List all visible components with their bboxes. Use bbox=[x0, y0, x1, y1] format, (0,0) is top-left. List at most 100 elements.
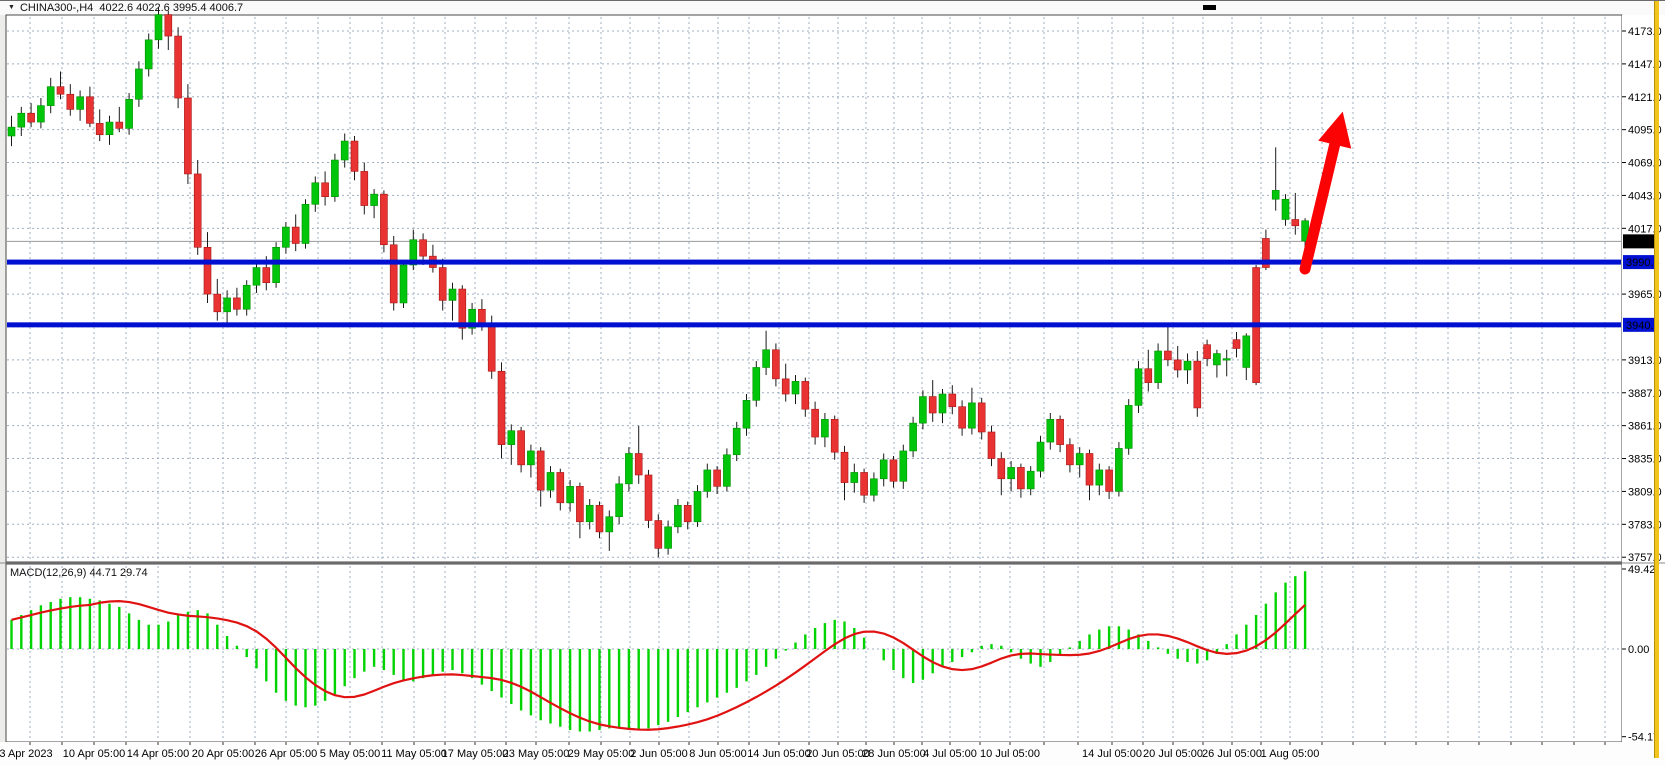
candle-body bbox=[763, 350, 770, 368]
date-tick-label: 14 Jun 05:00 bbox=[747, 748, 811, 760]
chart-canvas[interactable]: 4173.04147.04121.04095.04069.04043.04017… bbox=[0, 1, 1665, 766]
candle-body bbox=[723, 455, 730, 487]
candle-body bbox=[508, 431, 515, 445]
candle-body bbox=[57, 87, 64, 95]
candle-body bbox=[77, 97, 84, 110]
candle-body bbox=[292, 227, 299, 243]
candle-body bbox=[518, 431, 525, 465]
candle-body bbox=[449, 289, 456, 300]
candle-body bbox=[910, 423, 917, 451]
date-tick-label: 29 May 05:00 bbox=[568, 748, 635, 760]
candle-body bbox=[576, 486, 583, 521]
date-tick-label: 11 May 05:00 bbox=[381, 748, 447, 760]
candle-body bbox=[1174, 360, 1181, 370]
candle-body bbox=[155, 15, 162, 40]
candle-body bbox=[390, 245, 397, 303]
candle-body bbox=[1233, 340, 1240, 349]
candle-body bbox=[949, 394, 956, 407]
candle-body bbox=[371, 194, 378, 205]
chart-window: ▼CHINA300-,H4 4022.6 4022.6 3995.4 4006.… bbox=[0, 0, 1665, 766]
level-line[interactable] bbox=[7, 322, 1621, 327]
candle-body bbox=[841, 452, 848, 482]
candle-body bbox=[645, 475, 652, 521]
candle-body bbox=[380, 194, 387, 245]
candle-body bbox=[870, 479, 877, 495]
candle-body bbox=[273, 247, 280, 282]
date-tick-label: 14 Apr 05:00 bbox=[127, 748, 189, 760]
candle-body bbox=[145, 40, 152, 69]
candle-body bbox=[782, 379, 789, 394]
date-tick-label: 17 May 05:00 bbox=[442, 748, 509, 760]
candle-body bbox=[194, 174, 201, 247]
candle-body bbox=[851, 472, 858, 482]
candle-body bbox=[1184, 361, 1191, 370]
candle-body bbox=[498, 371, 505, 444]
candle-body bbox=[1086, 453, 1093, 485]
date-tick-label: 28 Jun 05:00 bbox=[862, 748, 926, 760]
candle-body bbox=[47, 87, 54, 106]
candle-body bbox=[753, 367, 760, 400]
candle-body bbox=[1194, 361, 1201, 408]
candle-body bbox=[616, 484, 623, 517]
candle-body bbox=[606, 517, 613, 532]
candle-body bbox=[1272, 190, 1279, 199]
candle-body bbox=[527, 451, 534, 465]
candle-body bbox=[184, 98, 191, 174]
date-tick-label: 20 Jul 05:00 bbox=[1143, 748, 1203, 760]
candle-body bbox=[988, 432, 995, 459]
candle-body bbox=[861, 472, 868, 495]
candle-body bbox=[880, 460, 887, 479]
candle-body bbox=[18, 113, 25, 127]
candle-body bbox=[86, 97, 93, 124]
candle-body bbox=[929, 397, 936, 413]
candle-body bbox=[224, 298, 231, 312]
date-tick-label: 4 Jul 05:00 bbox=[923, 748, 977, 760]
date-tick-label: 8 Jun 05:00 bbox=[689, 748, 747, 760]
candle-body bbox=[792, 381, 799, 394]
candle-body bbox=[361, 171, 368, 205]
candle-body bbox=[900, 451, 907, 481]
candle-body bbox=[635, 453, 642, 475]
candle-body bbox=[674, 505, 681, 527]
candle-body bbox=[351, 141, 358, 171]
candle-body bbox=[67, 94, 74, 109]
candle-body bbox=[547, 472, 554, 490]
date-tick-label: 10 Apr 05:00 bbox=[63, 748, 125, 760]
candle-body bbox=[890, 460, 897, 482]
date-tick-label: 10 Jul 05:00 bbox=[980, 748, 1040, 760]
date-tick-label: 26 Jul 05:00 bbox=[1202, 748, 1262, 760]
macd-tick-label: 0.00 bbox=[1628, 644, 1649, 656]
candle-body bbox=[420, 240, 427, 256]
candle-body bbox=[1037, 442, 1044, 471]
candle-body bbox=[1096, 470, 1103, 485]
candle-body bbox=[586, 505, 593, 521]
candle-body bbox=[341, 141, 348, 160]
date-tick-label: 3 Apr 2023 bbox=[0, 748, 53, 760]
candle-body bbox=[939, 394, 946, 413]
candle-body bbox=[1027, 471, 1034, 489]
candle-body bbox=[96, 123, 103, 134]
candle-body bbox=[978, 403, 985, 432]
candle-body bbox=[821, 419, 828, 437]
level-line[interactable] bbox=[7, 260, 1621, 265]
candle-body bbox=[694, 491, 701, 521]
date-tick-label: 23 May 05:00 bbox=[503, 748, 570, 760]
candle-body bbox=[28, 113, 35, 122]
candle-body bbox=[214, 294, 221, 312]
macd-tick-label: 49.42 bbox=[1628, 564, 1656, 576]
candle-body bbox=[204, 247, 211, 294]
candle-body bbox=[655, 521, 662, 549]
macd-indicator-label: MACD(12,26,9) 44.71 29.74 bbox=[10, 567, 148, 579]
candle-body bbox=[106, 122, 113, 135]
candle-body bbox=[8, 127, 15, 136]
candle-body bbox=[1164, 351, 1171, 360]
candle-body bbox=[253, 268, 260, 286]
candle-body bbox=[665, 527, 672, 549]
candle-body bbox=[1213, 354, 1220, 365]
candle-body bbox=[282, 227, 289, 247]
candle-body bbox=[1047, 419, 1054, 442]
date-tick-label: 20 Jun 05:00 bbox=[806, 748, 870, 760]
candle-body bbox=[135, 69, 142, 99]
candle-body bbox=[919, 397, 926, 424]
macd-pane[interactable] bbox=[6, 564, 1622, 742]
